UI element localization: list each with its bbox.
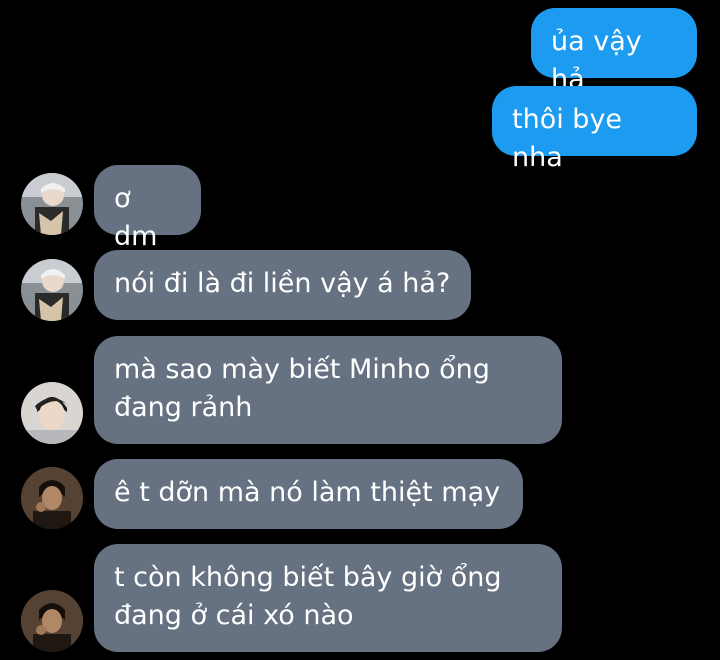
received-message-bubble[interactable]: ơ dm xyxy=(94,165,201,252)
received-message-bubble[interactable]: nói đi là đi liền vậy á hả? xyxy=(94,250,471,320)
received-message-bubble[interactable]: t còn không biết bây giờ ổng đang ở cái … xyxy=(94,544,562,652)
avatar-photo-1-icon xyxy=(21,259,83,321)
avatar-photo-3-icon xyxy=(21,590,83,652)
avatar-photo-2-icon xyxy=(21,382,83,444)
avatar[interactable] xyxy=(21,259,83,321)
sent-message-bubble[interactable]: thôi bye nha xyxy=(492,86,697,173)
chat-thread: ủa vậy hả thôi bye nha ơ dm nói đi là đi… xyxy=(0,0,720,660)
avatar[interactable] xyxy=(21,467,83,529)
avatar-photo-3-icon xyxy=(21,467,83,529)
avatar[interactable] xyxy=(21,173,83,235)
received-message-bubble[interactable]: ê t dỡn mà nó làm thiệt mạy xyxy=(94,459,523,529)
received-message-bubble[interactable]: mà sao mày biết Minho ổng đang rảnh xyxy=(94,336,562,444)
avatar[interactable] xyxy=(21,590,83,652)
sent-message-bubble[interactable]: ủa vậy hả xyxy=(531,8,697,95)
avatar[interactable] xyxy=(21,382,83,444)
avatar-photo-1-icon xyxy=(21,173,83,235)
